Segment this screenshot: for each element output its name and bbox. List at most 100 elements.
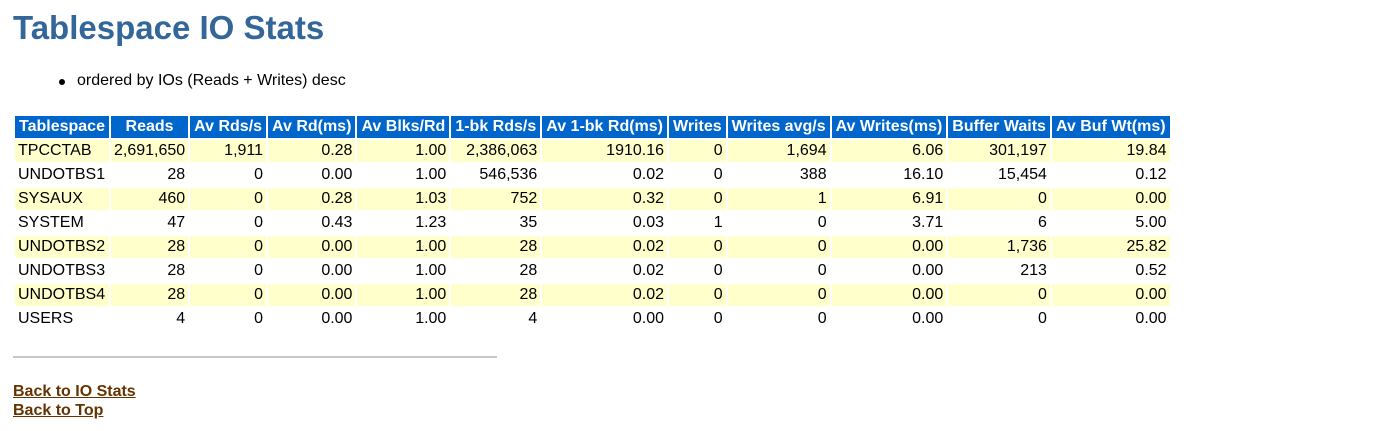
table-cell: 301,197 <box>948 140 1050 162</box>
table-cell: 0.00 <box>268 308 356 330</box>
table-cell: 388 <box>727 164 830 186</box>
table-row: TPCCTAB 2,691,650 1,911 0.28 1.00 2,386,063 19… <box>15 140 1170 162</box>
table-row: UNDOTBS1 28 0 0.00 1.00 546,536 0.02 0 388 16.10 1… <box>15 164 1170 186</box>
table-cell: 0 <box>669 260 726 282</box>
table-cell: 0.00 <box>542 308 668 330</box>
back-to-top-link[interactable]: Back to Top <box>13 401 136 420</box>
table-cell: 0.00 <box>831 236 947 258</box>
table-cell: 1.00 <box>357 284 450 306</box>
table-cell: 0 <box>669 308 726 330</box>
table-row: SYSTEM 47 0 0.43 1.23 35 0.03 1 0 3.71 6 5.00 <box>15 212 1170 234</box>
table-cell: 0.02 <box>542 236 668 258</box>
table-cell: 1.00 <box>357 236 450 258</box>
table-cell: 0.52 <box>1051 260 1170 282</box>
tablespace-name-cell: TPCCTAB <box>15 140 109 162</box>
table-cell: 1,694 <box>727 140 830 162</box>
table-cell: 1.03 <box>357 188 450 210</box>
column-header: Tablespace <box>15 116 109 138</box>
table-cell: 0 <box>190 308 267 330</box>
table-row: USERS 4 0 0.00 1.00 4 0.00 0 0 0.00 0 0.00 <box>15 308 1170 330</box>
table-cell: 1910.16 <box>542 140 668 162</box>
tablespace-name-cell: SYSAUX <box>15 188 109 210</box>
table-cell: 0.00 <box>1051 284 1170 306</box>
tablespace-name-cell: USERS <box>15 308 109 330</box>
table-cell: 1.00 <box>357 164 450 186</box>
table-row: UNDOTBS3 28 0 0.00 1.00 28 0.02 0 0 0.00 213 0.52 <box>15 260 1170 282</box>
nav-links: Back to IO Stats Back to Top <box>13 382 136 420</box>
table-cell: 0.00 <box>268 260 356 282</box>
report-page: Tablespace IO Stats ordered by IOs (Read… <box>0 0 1380 431</box>
table-cell: 28 <box>110 236 189 258</box>
table-cell: 0 <box>727 212 830 234</box>
column-header: Av Buf Wt(ms) <box>1051 116 1170 138</box>
table-cell: 4 <box>110 308 189 330</box>
table-header-row: Tablespace Reads Av Rds/s Av Rd(ms) Av Blks/… <box>15 116 1170 138</box>
tablespace-io-stats-table: Tablespace Reads Av Rds/s Av Rd(ms) Av Blks/… <box>13 114 1172 332</box>
table-cell: 0.02 <box>542 284 668 306</box>
column-header: Av 1-bk Rd(ms) <box>542 116 668 138</box>
column-header: Buffer Waits <box>948 116 1050 138</box>
table-cell: 0.03 <box>542 212 668 234</box>
column-header: Writes <box>669 116 726 138</box>
table-row: UNDOTBS4 28 0 0.00 1.00 28 0.02 0 0 0.00 0 0.00 <box>15 284 1170 306</box>
table-cell: 0.28 <box>268 188 356 210</box>
table-cell: 0 <box>948 284 1050 306</box>
table-cell: 1,911 <box>190 140 267 162</box>
table-cell: 1.23 <box>357 212 450 234</box>
table-cell: 47 <box>110 212 189 234</box>
column-header: Av Rd(ms) <box>268 116 356 138</box>
table-cell: 5.00 <box>1051 212 1170 234</box>
table-cell: 28 <box>451 284 541 306</box>
table-cell: 1,736 <box>948 236 1050 258</box>
table-cell: 15,454 <box>948 164 1050 186</box>
column-header: Reads <box>110 116 189 138</box>
table-body: TPCCTAB 2,691,650 1,911 0.28 1.00 2,386,063 19… <box>15 140 1170 330</box>
table-cell: 0.32 <box>542 188 668 210</box>
table-cell: 2,386,063 <box>451 140 541 162</box>
tablespace-name-cell: UNDOTBS2 <box>15 236 109 258</box>
table-cell: 0 <box>669 140 726 162</box>
table-cell: 213 <box>948 260 1050 282</box>
table-cell: 0 <box>190 188 267 210</box>
table-cell: 0 <box>669 236 726 258</box>
table-cell: 0 <box>190 260 267 282</box>
section-divider <box>13 356 497 358</box>
table-cell: 1.00 <box>357 308 450 330</box>
tablespace-name-cell: SYSTEM <box>15 212 109 234</box>
table-cell: 0.12 <box>1051 164 1170 186</box>
table-cell: 460 <box>110 188 189 210</box>
back-to-io-stats-link[interactable]: Back to IO Stats <box>13 382 136 401</box>
table-cell: 28 <box>451 236 541 258</box>
table-cell: 0.00 <box>1051 308 1170 330</box>
table-cell: 0 <box>669 188 726 210</box>
table-cell: 35 <box>451 212 541 234</box>
table-cell: 0.00 <box>831 308 947 330</box>
table-cell: 0 <box>948 308 1050 330</box>
table-row: UNDOTBS2 28 0 0.00 1.00 28 0.02 0 0 0.00 1,736 25.8… <box>15 236 1170 258</box>
table-cell: 0.00 <box>268 284 356 306</box>
table-cell: 1.00 <box>357 260 450 282</box>
tablespace-name-cell: UNDOTBS1 <box>15 164 109 186</box>
table-cell: 6.06 <box>831 140 947 162</box>
table-cell: 1 <box>669 212 726 234</box>
table-cell: 6 <box>948 212 1050 234</box>
table-cell: 19.84 <box>1051 140 1170 162</box>
table-cell: 0.02 <box>542 260 668 282</box>
table-cell: 0.00 <box>1051 188 1170 210</box>
table-cell: 0 <box>190 236 267 258</box>
table-cell: 0 <box>669 164 726 186</box>
table-cell: 0 <box>190 284 267 306</box>
table-cell: 0.00 <box>268 236 356 258</box>
column-header: Writes avg/s <box>727 116 830 138</box>
table-cell: 0.28 <box>268 140 356 162</box>
table-cell: 0 <box>190 164 267 186</box>
tablespace-name-cell: UNDOTBS4 <box>15 284 109 306</box>
table-cell: 546,536 <box>451 164 541 186</box>
notes-list: ordered by IOs (Reads + Writes) desc <box>37 71 346 91</box>
table-cell: 1.00 <box>357 140 450 162</box>
table-cell: 0.00 <box>831 260 947 282</box>
table-cell: 25.82 <box>1051 236 1170 258</box>
table-cell: 28 <box>110 164 189 186</box>
table-cell: 0 <box>727 236 830 258</box>
table-cell: 0 <box>669 284 726 306</box>
